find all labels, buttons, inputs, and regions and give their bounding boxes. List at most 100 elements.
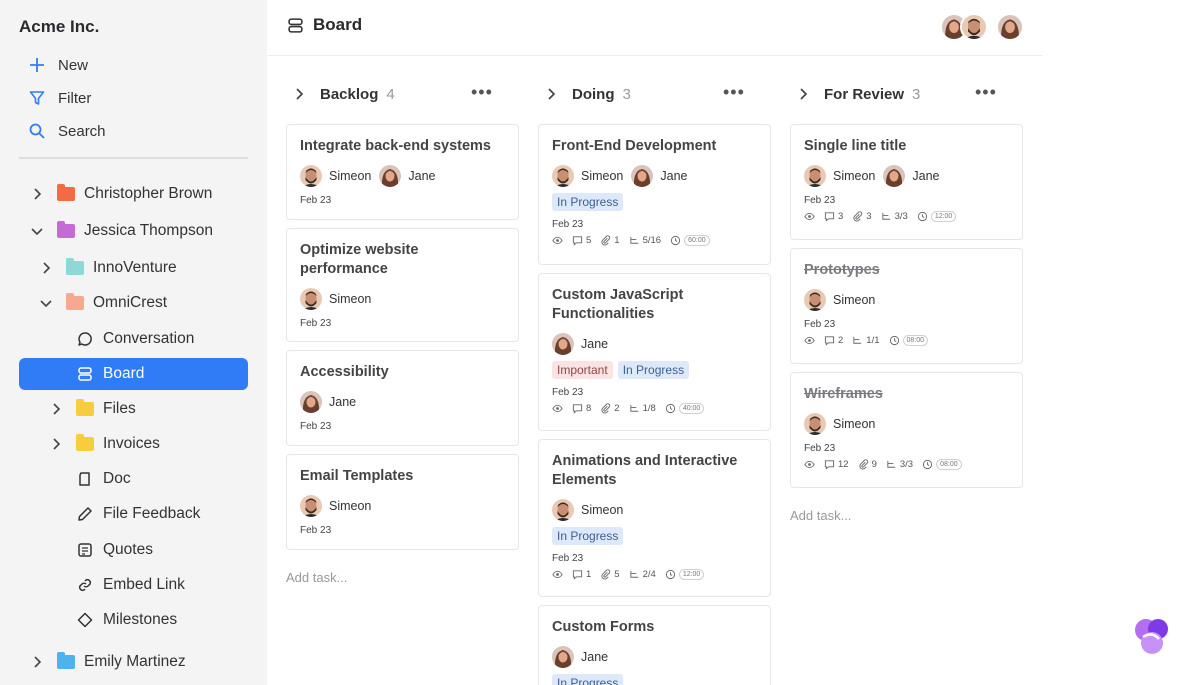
brand-logo-icon[interactable]	[1131, 615, 1173, 657]
tree-item-files[interactable]: Files	[19, 393, 248, 425]
paperclip-icon	[853, 211, 863, 222]
tree-item-conversation[interactable]: Conversation	[19, 323, 248, 355]
search-label: Search	[58, 122, 106, 140]
task-tags: In Progress	[552, 193, 757, 211]
task-card[interactable]: Single line title Simeon Jane Feb 23 3 3…	[790, 124, 1023, 240]
tree-item-label: Invoices	[103, 435, 160, 452]
column-menu-button[interactable]: •••	[975, 83, 997, 101]
assignee: Jane	[379, 165, 436, 187]
column-header-doing[interactable]: Doing 3	[543, 83, 631, 105]
assignees: Jane	[552, 333, 757, 355]
tree-item-file-feedback[interactable]: File Feedback	[19, 498, 248, 530]
assignees: Jane	[300, 391, 505, 413]
column-title: For Review	[824, 85, 905, 103]
clock-icon	[923, 459, 933, 470]
time-pill: 40:00	[678, 403, 705, 414]
avatar	[300, 495, 322, 517]
folder-icon	[57, 184, 75, 202]
tree-item-omnicrest[interactable]: OmniCrest	[19, 287, 248, 319]
paperclip-icon	[601, 235, 611, 246]
paperclip-icon	[601, 569, 611, 580]
assignee: Simeon	[804, 289, 875, 311]
chevron-right-icon[interactable]	[50, 403, 62, 415]
task-title: Custom Forms	[552, 619, 655, 635]
task-card[interactable]: Prototypes Simeon Feb 23 2 1/1 08:00	[790, 248, 1023, 364]
time-estimate: 08:00	[889, 335, 929, 346]
tree-item-label: Jessica Thompson	[84, 222, 213, 239]
task-title: Single line title	[804, 138, 907, 154]
task-title: Prototypes	[804, 262, 880, 278]
time-pill: 08:00	[936, 459, 962, 470]
task-date: Feb 23	[804, 319, 836, 330]
column-count: 3	[622, 85, 631, 103]
filter-button[interactable]: Filter	[28, 86, 91, 110]
chevron-right-icon[interactable]	[543, 87, 559, 101]
chevron-right-icon[interactable]	[795, 87, 811, 101]
tree-item-label: Conversation	[103, 330, 195, 347]
task-meta: 2 1/1 08:00	[804, 335, 1009, 346]
column-header-backlog[interactable]: Backlog 4	[291, 83, 395, 105]
tree-item-board[interactable]: Board	[19, 358, 248, 390]
folder-icon	[57, 652, 75, 670]
new-button[interactable]: New	[28, 53, 88, 77]
subtask-count: 3/3	[899, 459, 914, 470]
avatar[interactable]	[960, 13, 988, 41]
column-header-for-review[interactable]: For Review 3	[795, 83, 920, 105]
chevron-right-icon[interactable]	[40, 262, 52, 274]
column-count: 3	[912, 85, 921, 103]
task-date: Feb 23	[300, 195, 332, 206]
assignee-name: Simeon	[833, 169, 876, 183]
chevron-right-icon[interactable]	[31, 188, 43, 200]
tree-item-embed-link[interactable]: Embed Link	[19, 569, 248, 601]
tree-item-invoices[interactable]: Invoices	[19, 428, 248, 460]
chevron-right-icon[interactable]	[291, 87, 307, 101]
task-card[interactable]: Email Templates Simeon Feb 23	[286, 454, 519, 550]
assignee: Jane	[883, 165, 940, 187]
tree-item-quotes[interactable]: Quotes	[19, 534, 248, 566]
eye-icon	[552, 403, 563, 414]
subtask-icon	[629, 404, 638, 412]
task-card[interactable]: Front-End Development Simeon Jane In Pro…	[538, 124, 771, 265]
chevron-down-icon[interactable]	[31, 225, 43, 237]
task-card[interactable]: Wireframes Simeon Feb 23 12 9 3/3 08:00	[790, 372, 1023, 488]
tree-item-jessica-thompson[interactable]: Jessica Thompson	[19, 215, 248, 247]
assignee: Jane	[631, 165, 688, 187]
tree-item-label: Board	[103, 365, 145, 382]
chevron-right-icon[interactable]	[50, 438, 62, 450]
search-button[interactable]: Search	[28, 119, 106, 143]
assignee: Jane	[300, 391, 356, 413]
column-menu-button[interactable]: •••	[723, 83, 745, 101]
tree-item-innoventure[interactable]: InnoVenture	[19, 252, 248, 284]
add-task-button[interactable]: Add task...	[286, 570, 347, 585]
status-badge: In Progress	[552, 674, 624, 685]
task-card[interactable]: Animations and Interactive Elements Sime…	[538, 439, 771, 597]
tree-item-christopher-brown[interactable]: Christopher Brown	[19, 178, 248, 210]
quotes-icon	[76, 542, 94, 558]
eye-icon	[804, 211, 815, 222]
status-badge: In Progress	[552, 193, 624, 211]
member-avatars[interactable]	[940, 13, 1024, 41]
tree-item-doc[interactable]: Doc	[19, 463, 248, 495]
avatar[interactable]	[996, 13, 1024, 41]
tree-item-emily-martinez[interactable]: Emily Martinez	[19, 646, 248, 678]
clock-icon	[665, 569, 675, 580]
subtask-icon	[629, 236, 638, 244]
task-card[interactable]: Accessibility Jane Feb 23	[286, 350, 519, 446]
time-pill: 08:00	[902, 335, 929, 346]
assignees: Simeon Jane	[300, 165, 505, 187]
comments: 1	[572, 569, 591, 580]
page-title-text: Board	[313, 15, 363, 34]
chevron-down-icon[interactable]	[40, 297, 52, 309]
assignees: Simeon Jane	[804, 165, 1009, 187]
subtask-icon	[887, 460, 896, 468]
task-card[interactable]: Custom Forms Jane In Progress	[538, 605, 771, 685]
task-card[interactable]: Custom JavaScript Functionalities Jane I…	[538, 273, 771, 431]
column-menu-button[interactable]: •••	[471, 83, 493, 101]
avatar	[552, 165, 574, 187]
task-card[interactable]: Integrate back-end systems Simeon Jane F…	[286, 124, 519, 220]
assignee-name: Jane	[408, 169, 436, 183]
tree-item-milestones[interactable]: Milestones	[19, 604, 248, 636]
chevron-right-icon[interactable]	[31, 656, 43, 668]
add-task-button[interactable]: Add task...	[790, 508, 851, 523]
task-card[interactable]: Optimize website performance Simeon Feb …	[286, 228, 519, 342]
